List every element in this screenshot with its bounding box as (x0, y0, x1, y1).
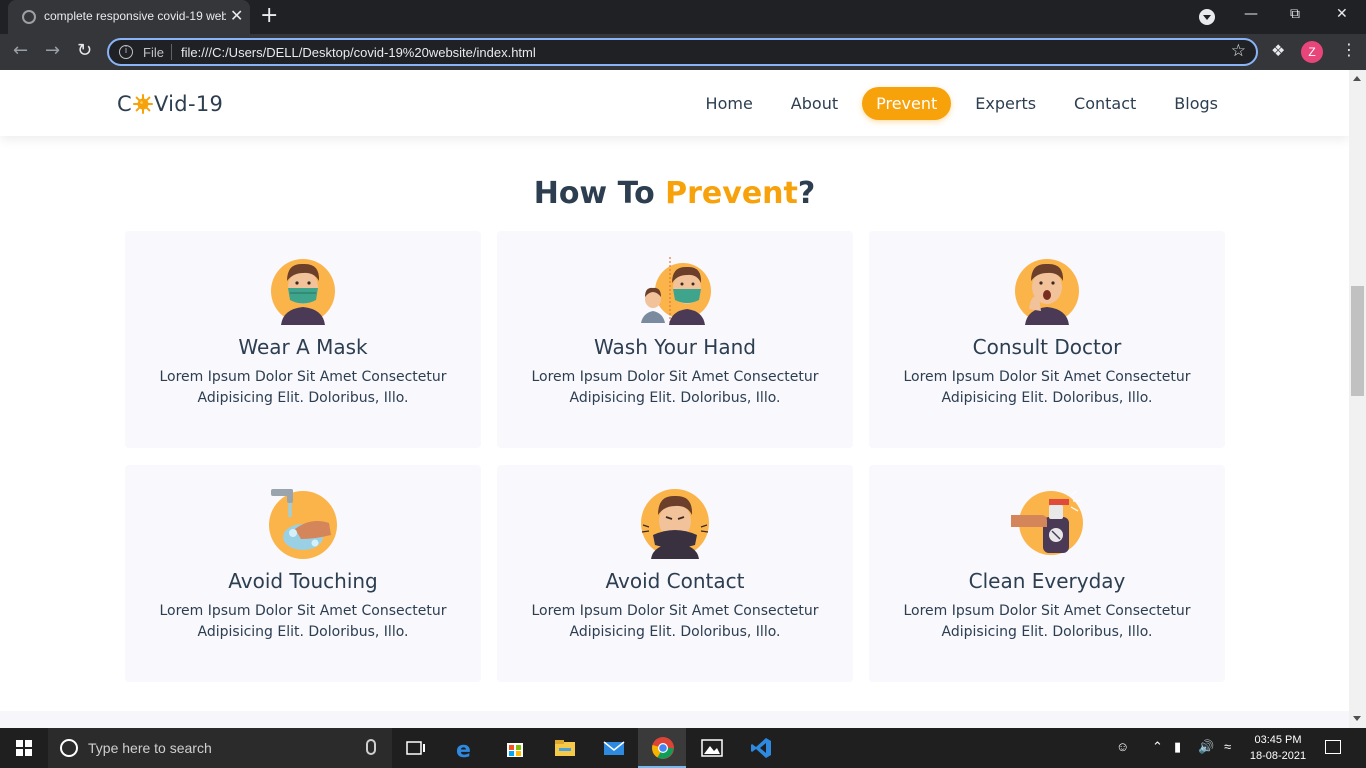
clock-date: 18-08-2021 (1249, 750, 1307, 762)
chrome-icon[interactable] (651, 736, 675, 760)
notification-center-icon[interactable] (1325, 740, 1341, 754)
next-section-edge (0, 711, 1349, 728)
nav-link-experts[interactable]: Experts (961, 87, 1050, 120)
battery-icon[interactable]: ▮ (1174, 739, 1181, 755)
restore-icon[interactable]: ⧉ (1290, 6, 1300, 22)
browser-tab[interactable]: complete responsive covid-19 website ✕ (8, 0, 250, 34)
nav-link-about[interactable]: About (777, 87, 852, 120)
prevent-card-consult-doctor: Consult Doctor Lorem Ipsum Dolor Sit Ame… (869, 231, 1225, 448)
bookmark-star-icon[interactable]: ☆ (1231, 41, 1246, 61)
card-title: Avoid Contact (605, 569, 745, 593)
sneeze-icon (641, 489, 709, 559)
page-scrollbar[interactable] (1349, 70, 1366, 728)
address-scheme-label: File (143, 45, 164, 60)
taskbar-search-box[interactable]: Type here to search (48, 728, 392, 768)
tab-close-icon[interactable]: ✕ (230, 8, 243, 24)
mail-icon[interactable] (602, 736, 626, 760)
address-bar[interactable]: i File file:///C:/Users/DELL/Desktop/cov… (107, 38, 1258, 66)
minimize-icon[interactable]: — (1244, 6, 1258, 22)
window-close-icon[interactable]: ✕ (1336, 6, 1348, 22)
card-title: Wear A Mask (238, 335, 368, 359)
browser-toolbar: ← → ↻ i File file:///C:/Users/DELL/Deskt… (0, 34, 1366, 70)
profile-avatar[interactable]: Z (1301, 41, 1323, 63)
card-text: Lorem Ipsum Dolor Sit Amet Consectetur A… (159, 369, 447, 406)
tray-chevron-icon[interactable]: ⌃ (1152, 739, 1163, 755)
tab-title: complete responsive covid-19 website (44, 9, 226, 23)
scroll-down-arrow-icon[interactable] (1353, 716, 1361, 721)
virus-icon (132, 94, 153, 114)
clock-time: 03:45 PM (1254, 734, 1302, 746)
volume-icon[interactable]: 🔊 (1198, 739, 1214, 755)
address-url[interactable]: file:///C:/Users/DELL/Desktop/covid-19%2… (181, 45, 536, 60)
prevent-card-grid: Wear A Mask Lorem Ipsum Dolor Sit Amet C… (125, 231, 1225, 682)
card-title: Wash Your Hand (594, 335, 756, 359)
reload-icon[interactable]: ↻ (77, 40, 92, 62)
card-text: Lorem Ipsum Dolor Sit Amet Consectetur A… (159, 603, 447, 640)
file-explorer-icon[interactable] (553, 736, 577, 760)
edge-icon[interactable]: e (454, 736, 478, 763)
nav-link-prevent[interactable]: Prevent (862, 87, 952, 120)
prevent-section: How To Prevent? Wear A Mask Lorem Ipsum … (0, 136, 1349, 711)
site-logo[interactable]: C Vid-19 (117, 92, 223, 116)
spray-icon (1011, 490, 1083, 555)
browser-menu-icon[interactable]: ⋮ (1341, 40, 1357, 59)
forward-icon[interactable]: → (45, 40, 60, 62)
microphone-icon[interactable] (366, 739, 376, 755)
card-text: Lorem Ipsum Dolor Sit Amet Consectetur A… (531, 369, 819, 406)
mask-icon (271, 259, 335, 325)
people-icon[interactable]: ☺ (1116, 739, 1129, 754)
task-view-icon[interactable] (404, 736, 428, 760)
scroll-up-arrow-icon[interactable] (1353, 76, 1361, 81)
browser-tab-strip: complete responsive covid-19 website ✕ +… (0, 0, 1366, 34)
site-header: C Vid-19 Home About Prevent Experts Conta… (0, 70, 1349, 136)
logo-prefix: C (117, 92, 132, 116)
prevent-card-wash-hand: Wash Your Hand Lorem Ipsum Dolor Sit Ame… (497, 231, 853, 448)
vscode-icon[interactable] (749, 736, 773, 760)
store-icon[interactable] (503, 736, 527, 760)
address-divider (171, 44, 172, 60)
handwash-icon (269, 489, 337, 559)
card-text: Lorem Ipsum Dolor Sit Amet Consectetur A… (531, 603, 819, 640)
card-text: Lorem Ipsum Dolor Sit Amet Consectetur A… (903, 369, 1191, 406)
prevent-card-clean-everyday: Clean Everyday Lorem Ipsum Dolor Sit Ame… (869, 465, 1225, 682)
cough-icon (1015, 259, 1079, 325)
main-nav: Home About Prevent Experts Contact Blogs (692, 87, 1232, 120)
prevent-card-avoid-contact: Avoid Contact Lorem Ipsum Dolor Sit Amet… (497, 465, 853, 682)
tab-search-icon[interactable] (1199, 9, 1215, 25)
logo-suffix: Vid-19 (153, 92, 224, 116)
extensions-puzzle-icon[interactable]: ❖ (1271, 41, 1285, 60)
card-title: Clean Everyday (968, 569, 1126, 593)
nav-link-home[interactable]: Home (692, 87, 767, 120)
info-icon[interactable]: i (119, 45, 133, 59)
card-text: Lorem Ipsum Dolor Sit Amet Consectetur A… (903, 603, 1191, 640)
windows-start-icon[interactable] (16, 740, 32, 756)
prevent-card-avoid-touching: Avoid Touching Lorem Ipsum Dolor Sit Ame… (125, 465, 481, 682)
nav-link-blogs[interactable]: Blogs (1160, 87, 1232, 120)
prevent-card-mask: Wear A Mask Lorem Ipsum Dolor Sit Amet C… (125, 231, 481, 448)
card-title: Consult Doctor (972, 335, 1122, 359)
svg-text:e: e (456, 738, 471, 760)
section-heading: How To Prevent? (533, 176, 816, 211)
distance-icon (641, 257, 711, 325)
back-icon[interactable]: ← (13, 40, 28, 62)
taskbar-clock[interactable]: 03:45 PM 18-08-2021 (1242, 732, 1314, 764)
card-title: Avoid Touching (228, 569, 378, 593)
globe-icon (22, 10, 36, 24)
taskbar-search-placeholder: Type here to search (88, 740, 212, 756)
nav-link-contact[interactable]: Contact (1060, 87, 1150, 120)
new-tab-button[interactable]: + (260, 4, 278, 28)
wifi-icon[interactable]: ≈ (1224, 739, 1231, 754)
page-viewport: C Vid-19 Home About Prevent Experts Conta… (0, 70, 1349, 728)
scroll-thumb[interactable] (1351, 286, 1364, 396)
photos-icon[interactable] (700, 736, 724, 760)
search-icon (60, 739, 78, 757)
windows-taskbar: Type here to search e ☺ ⌃ ▮ 🔊 ≈ 03:45 PM… (0, 728, 1366, 768)
